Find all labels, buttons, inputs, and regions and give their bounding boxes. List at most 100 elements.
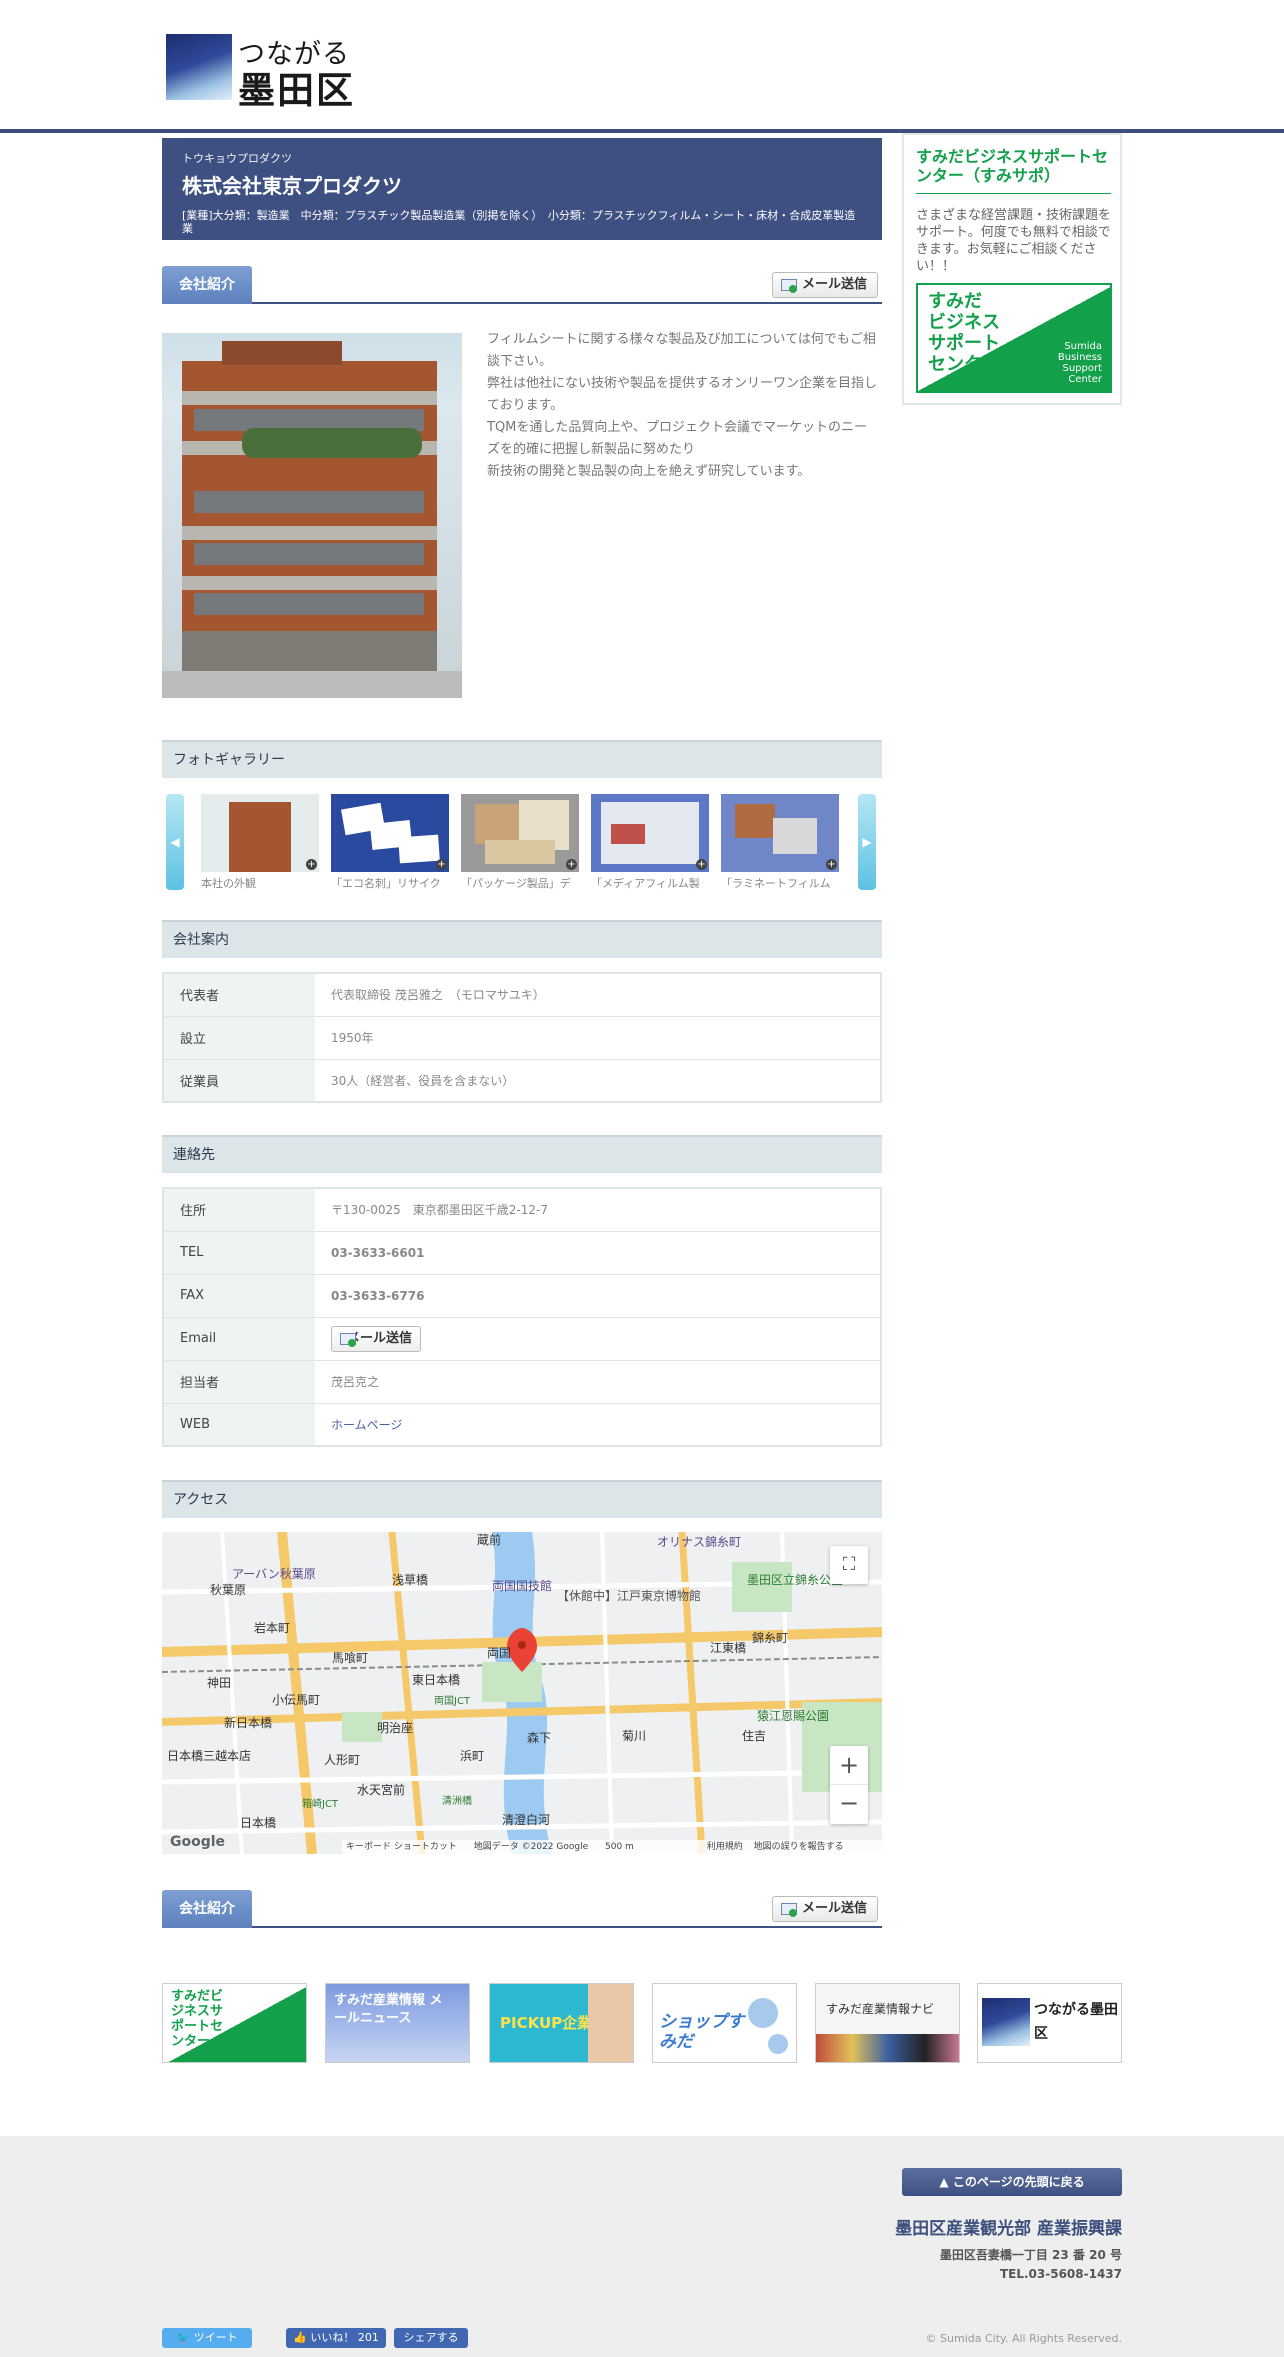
- row-label: 設立: [163, 1016, 315, 1060]
- table-row: TEL 03-3633-6601: [163, 1231, 881, 1275]
- logo-mark: [166, 34, 232, 100]
- banner-support-center[interactable]: すみだビジネスサポートセンター: [162, 1983, 307, 2063]
- mail-button-label: メール送信: [801, 277, 867, 292]
- gallery-item[interactable]: + 「メディアフィルム製: [591, 794, 709, 891]
- site-header: つながる 墨田区: [0, 0, 1284, 133]
- company-title-box: トウキョウプロダクツ 株式会社東京プロダクツ [業種]大分類：製造業 中分類：プ…: [162, 138, 882, 240]
- thumb-film-print: [611, 824, 645, 844]
- zoom-plus-icon: +: [696, 859, 707, 870]
- company-name: 株式会社東京プロダクツ: [182, 174, 402, 198]
- mail-icon: [781, 1903, 797, 1917]
- map-label: 人形町: [324, 1753, 360, 1767]
- zoom-out-button[interactable]: −: [830, 1785, 868, 1824]
- gallery-thumbnail: +: [721, 794, 839, 872]
- building-window-row: [194, 543, 424, 565]
- map-label: 墨田区立錦糸公園: [747, 1572, 843, 1587]
- like-button[interactable]: 👍 いいね！ 201: [286, 2328, 386, 2348]
- banner-label: ショップすみだ: [659, 2012, 744, 2052]
- terms-link[interactable]: 利用規約: [707, 1842, 743, 1852]
- access-map[interactable]: 両国国技館 【休館中】江戸東京博物館 墨田区立錦糸公園 浅草橋 秋葉原 錦糸町 …: [162, 1532, 882, 1854]
- park-area: [342, 1712, 382, 1742]
- map-canvas: 両国国技館 【休館中】江戸東京博物館 墨田区立錦糸公園 浅草橋 秋葉原 錦糸町 …: [162, 1532, 882, 1854]
- gallery-prev-arrow[interactable]: ◀: [166, 794, 184, 890]
- mail-button[interactable]: メール送信: [772, 272, 878, 298]
- description-line: フィルムシートに関する様々な製品及び加工については何でもご相談下さい。: [487, 332, 876, 369]
- fullscreen-button[interactable]: ⛶: [830, 1546, 868, 1584]
- gallery-next-arrow[interactable]: ▶: [858, 794, 876, 890]
- description-line: 新技術の開発と製品製の向上を絶えず研究しています。: [487, 464, 811, 479]
- location-pin-dot: [518, 1641, 526, 1649]
- share-button[interactable]: シェアする: [394, 2328, 468, 2348]
- banner-shop-sumida[interactable]: ショップすみだ: [652, 1983, 797, 2063]
- fax-value: 03-3633-6776: [315, 1274, 881, 1318]
- intro-section-bar: 会社紹介 メール送信: [162, 266, 882, 304]
- sidebar-title[interactable]: すみだビジネスサポートセンター（すみサポ）: [916, 147, 1111, 194]
- map-label: 蔵前: [477, 1532, 501, 1547]
- table-row: 代表者 代表取締役 茂呂雅之 （モロマサユキ）: [163, 973, 881, 1017]
- gallery-item[interactable]: + 「パッケージ製品」デ: [461, 794, 579, 891]
- table-row: WEB ホームページ: [163, 1403, 881, 1447]
- mail-icon: [781, 279, 797, 293]
- map-label: 東日本橋: [412, 1673, 460, 1687]
- map-label: 両国国技館: [492, 1578, 552, 1593]
- twitter-icon: 🐦: [176, 2331, 191, 2344]
- gallery-thumbnail: +: [331, 794, 449, 872]
- profile-table: 代表者 代表取締役 茂呂雅之 （モロマサユキ） 設立 1950年 従業員 30人（経営…: [162, 972, 882, 1103]
- report-error-link[interactable]: 地図の誤りを報告する: [754, 1842, 844, 1852]
- company-building-photo: [162, 333, 462, 698]
- row-label: FAX: [163, 1274, 315, 1318]
- row-label: 住所: [163, 1188, 315, 1232]
- map-data-credit: 地図データ ©2022 Google: [473, 1842, 589, 1852]
- banner-circle: [768, 2034, 788, 2054]
- homepage-link[interactable]: ホームページ: [331, 1418, 402, 1432]
- banner-label: すみだビジネスサポートセンター: [171, 1989, 224, 2049]
- sidebar-text: さまざまな経営課題・技術課題をサポート。何度でも無料で相談できます。お気軽にご相…: [916, 208, 1112, 274]
- map-label: 箱崎JCT: [302, 1797, 339, 1810]
- zoom-in-button[interactable]: +: [830, 1746, 868, 1785]
- intro-tab: 会社紹介: [162, 266, 252, 304]
- back-to-top-button[interactable]: ▲ このページの先頭に戻る: [902, 2168, 1122, 2196]
- description-line: 弊社は他社にない技術や製品を提供するオンリーワン企業を目指しております。: [487, 376, 878, 413]
- representative-value: 代表取締役 茂呂雅之 （モロマサユキ）: [315, 973, 881, 1017]
- email-mail-button[interactable]: メール送信: [331, 1325, 421, 1352]
- row-label: TEL: [163, 1231, 315, 1275]
- gallery-item[interactable]: + 本社の外観: [201, 794, 319, 891]
- mail-button-label: メール送信: [801, 1901, 867, 1916]
- map-label: 住吉: [742, 1729, 766, 1743]
- banner-mail-news[interactable]: すみだ産業情報 メールニュース: [325, 1983, 470, 2063]
- keyboard-shortcuts-link[interactable]: キーボード ショートカット: [346, 1842, 457, 1852]
- banner-tsunagaru-sumida[interactable]: つながる墨田区: [977, 1983, 1122, 2063]
- thumb-laminate: [773, 818, 817, 854]
- table-row: Email メール送信: [163, 1317, 881, 1361]
- map-label: 江東橋: [710, 1641, 746, 1655]
- banner-label: つながる墨田区: [1034, 2002, 1118, 2042]
- building-window-row: [194, 593, 424, 615]
- thumb-package: [475, 804, 519, 844]
- map-label: 明治座: [377, 1720, 413, 1735]
- mail-button[interactable]: メール送信: [772, 1896, 878, 1922]
- tel-value[interactable]: 03-3633-6601: [315, 1231, 881, 1275]
- street: [162, 671, 462, 698]
- map-attribution-bar: キーボード ショートカット 地図データ ©2022 Google 500 m 利…: [342, 1840, 882, 1854]
- access-heading: アクセス: [162, 1480, 882, 1518]
- banner-industry-navi[interactable]: すみだ産業情報ナビ: [815, 1983, 960, 2063]
- company-category: [業種]大分類：製造業 中分類：プラスチック製品製造業（別掲を除く） 小分類：プ…: [182, 209, 856, 235]
- zoom-controls: + −: [830, 1746, 868, 1824]
- sidebar-support-center: すみだビジネスサポートセンター（すみサポ） さまざまな経営課題・技術課題をサポー…: [902, 133, 1122, 405]
- map-label: 日本橋: [240, 1816, 276, 1830]
- intro-tab: 会社紹介: [162, 1890, 252, 1928]
- table-row: FAX 03-3633-6776: [163, 1274, 881, 1318]
- map-label: 錦糸町: [752, 1630, 788, 1645]
- banner-pickup[interactable]: PICKUP企業: [489, 1983, 634, 2063]
- building-band: [182, 576, 437, 590]
- row-label: 従業員: [163, 1059, 315, 1103]
- footer-department: 墨田区産業観光部 産業振興課: [895, 2219, 1122, 2239]
- tweet-button[interactable]: 🐦 ツイート: [162, 2328, 252, 2348]
- gallery-item[interactable]: + 「エコ名刺」リサイク: [331, 794, 449, 891]
- thumb-package: [485, 840, 555, 864]
- site-logo[interactable]: つながる 墨田区: [166, 32, 360, 112]
- support-center-banner[interactable]: すみだ ビジネス サポート センター Sumida Business Suppo…: [916, 283, 1112, 393]
- intro-section-bar-bottom: 会社紹介 メール送信: [162, 1890, 882, 1928]
- gallery-item[interactable]: + 「ラミネートフィルム: [721, 794, 839, 891]
- banner-circle: [748, 1998, 778, 2028]
